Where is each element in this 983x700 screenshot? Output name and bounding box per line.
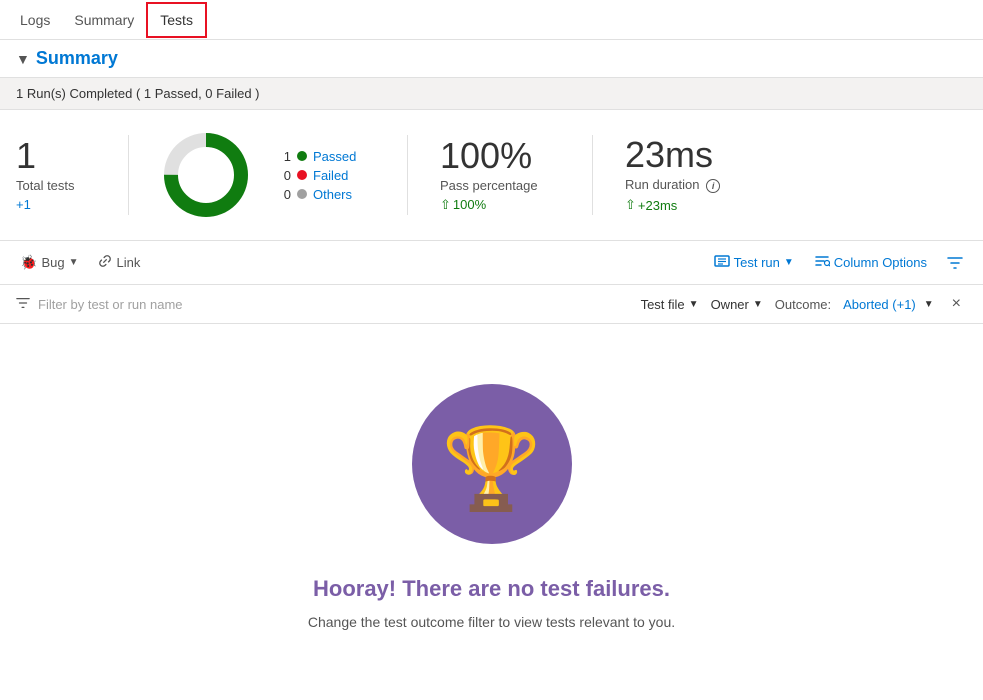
run-duration-number: 23ms (625, 137, 745, 173)
divider-2 (407, 135, 408, 215)
outcome-value: Aborted (+1) (843, 297, 916, 312)
sub-text: Change the test outcome filter to view t… (308, 614, 675, 630)
summary-section: ▼ Summary 1 Run(s) Completed ( 1 Passed,… (0, 40, 983, 324)
outcome-filter-dropdown[interactable]: Outcome: Aborted (+1) ▼ (775, 297, 934, 312)
failed-count: 0 (275, 168, 291, 183)
others-count: 0 (275, 187, 291, 202)
total-tests-label: Total tests (16, 178, 96, 193)
pass-percentage-block: 100% Pass percentage ⇧ 100% (440, 138, 560, 213)
toolbar-right: Test run ▼ Column Options (710, 249, 967, 276)
failed-label: Failed (313, 168, 348, 183)
column-options-label: Column Options (834, 255, 927, 270)
legend-failed: 0 Failed (275, 168, 375, 183)
test-run-chevron-icon: ▼ (784, 257, 794, 268)
summary-title: Summary (36, 48, 118, 69)
legend-others: 0 Others (275, 187, 375, 202)
run-duration-block: 23ms Run duration i ⇧ +23ms (625, 137, 745, 213)
pass-percentage-number: 100% (440, 138, 560, 174)
duration-delta-value: +23ms (638, 198, 677, 213)
pass-up-arrow: ⇧ (440, 197, 451, 213)
passed-label: Passed (313, 149, 356, 164)
link-icon (98, 254, 112, 271)
divider-1 (128, 135, 129, 215)
stats-area: 1 Total tests +1 1 Passed 0 F (0, 110, 983, 241)
link-button[interactable]: Link (94, 250, 144, 275)
pass-delta-value: 100% (453, 197, 486, 212)
empty-state: 🏆 Hooray! There are no test failures. Ch… (0, 324, 983, 670)
hooray-text: Hooray! There are no test failures. (313, 576, 670, 602)
filter-bar: Filter by test or run name Test file ▼ O… (0, 285, 983, 324)
toolbar-left: 🐞 Bug ▼ Link (16, 250, 698, 275)
others-label: Others (313, 187, 352, 202)
legend-passed: 1 Passed (275, 149, 375, 164)
passed-dot (297, 151, 307, 161)
collapse-chevron: ▼ (16, 51, 30, 67)
total-tests-delta: +1 (16, 197, 96, 212)
trophy-illustration: 🏆 (412, 384, 572, 544)
run-info-bar: 1 Run(s) Completed ( 1 Passed, 0 Failed … (0, 78, 983, 110)
donut-svg (161, 130, 251, 220)
run-duration-delta: ⇧ +23ms (625, 197, 745, 213)
test-file-chevron: ▼ (689, 299, 699, 310)
owner-label: Owner (711, 297, 749, 312)
outcome-prefix: Outcome: (775, 297, 831, 312)
filter-close-button[interactable]: × (946, 293, 967, 315)
test-file-dropdown[interactable]: Test file ▼ (641, 297, 699, 312)
total-tests-number: 1 (16, 138, 96, 174)
filter-placeholder[interactable]: Filter by test or run name (38, 297, 183, 312)
test-file-label: Test file (641, 297, 685, 312)
pass-percentage-delta: ⇧ 100% (440, 197, 560, 213)
owner-chevron: ▼ (753, 299, 763, 310)
test-run-icon (714, 253, 730, 272)
tab-bar: Logs Summary Tests (0, 0, 983, 40)
total-tests-block: 1 Total tests +1 (16, 138, 96, 212)
divider-3 (592, 135, 593, 215)
bug-icon: 🐞 (20, 254, 37, 271)
tab-logs[interactable]: Logs (8, 4, 62, 36)
outcome-chevron: ▼ (924, 299, 934, 310)
failed-dot (297, 170, 307, 180)
duration-up-arrow: ⇧ (625, 197, 636, 213)
summary-header[interactable]: ▼ Summary (0, 40, 983, 78)
column-options-button[interactable]: Column Options (810, 249, 931, 276)
toolbar: 🐞 Bug ▼ Link (0, 241, 983, 285)
owner-dropdown[interactable]: Owner ▼ (711, 297, 763, 312)
tab-summary[interactable]: Summary (62, 4, 146, 36)
filter-right: Test file ▼ Owner ▼ Outcome: Aborted (+1… (641, 293, 967, 315)
test-run-button[interactable]: Test run ▼ (710, 249, 798, 276)
link-label: Link (116, 255, 140, 270)
run-duration-label: Run duration i (625, 177, 745, 193)
run-info-text: 1 Run(s) Completed ( 1 Passed, 0 Failed … (16, 86, 260, 101)
donut-chart (161, 130, 251, 220)
filter-funnel-icon (16, 296, 30, 313)
test-run-label: Test run (734, 255, 780, 270)
filter-icon (947, 255, 963, 271)
bug-button[interactable]: 🐞 Bug ▼ (16, 250, 82, 275)
bug-label: Bug (41, 255, 64, 270)
passed-count: 1 (275, 149, 291, 164)
info-icon[interactable]: i (706, 179, 720, 193)
trophy-icon: 🏆 (442, 429, 542, 509)
filter-icon-button[interactable] (943, 251, 967, 275)
legend: 1 Passed 0 Failed 0 Others (275, 149, 375, 202)
filter-left: Filter by test or run name (16, 296, 641, 313)
column-options-icon (814, 253, 830, 272)
bug-chevron-icon: ▼ (69, 257, 79, 268)
others-dot (297, 189, 307, 199)
tab-tests[interactable]: Tests (146, 2, 207, 38)
pass-percentage-label: Pass percentage (440, 178, 560, 193)
